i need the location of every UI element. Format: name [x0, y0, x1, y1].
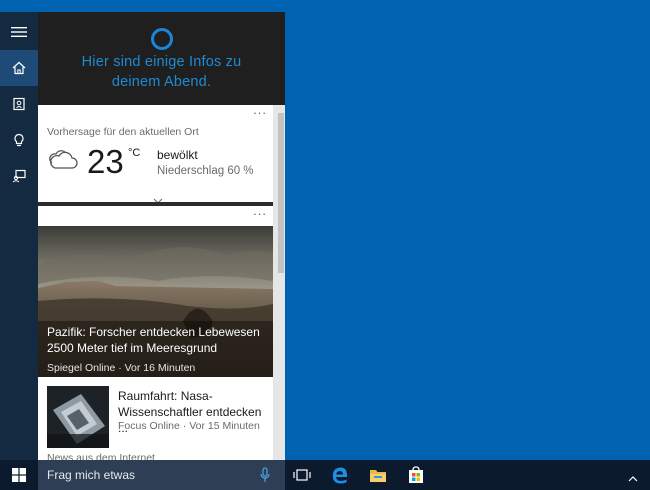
weather-title: Vorhersage für den aktuellen Ort — [47, 126, 199, 138]
home-icon[interactable] — [0, 50, 38, 86]
cortana-header: Hier sind einige Infos zu deinem Abend. — [38, 12, 285, 105]
cortana-search-input[interactable]: Frag mich etwas — [38, 460, 285, 490]
cortana-ring-icon — [151, 28, 173, 50]
news-list-item[interactable]: Raumfahrt: Nasa-Wissenschaftler entdecke… — [38, 377, 273, 448]
store-icon[interactable] — [406, 465, 426, 485]
news-footer-label: News aus dem Internet — [47, 452, 155, 460]
lightbulb-icon[interactable] — [0, 122, 38, 158]
cortana-rail — [0, 12, 38, 460]
microphone-icon[interactable] — [260, 467, 270, 488]
weather-precipitation: Niederschlag 60 % — [157, 165, 254, 177]
news-card: ... Pazifik: Forscher entdecken Lebewese… — [38, 204, 273, 460]
content-scrollbar[interactable] — [276, 105, 285, 460]
hamburger-menu-icon[interactable] — [0, 14, 38, 50]
task-view-icon[interactable] — [292, 465, 312, 485]
temperature-value: 23 — [87, 143, 124, 180]
weather-more-button[interactable]: ... — [253, 105, 267, 116]
search-placeholder[interactable]: Frag mich etwas — [47, 468, 135, 482]
cortana-content: ... Vorhersage für den aktuellen Ort 23 … — [38, 105, 285, 460]
greeting-line-2: deinem Abend. — [111, 74, 212, 90]
scrollbar-thumb[interactable] — [278, 113, 284, 273]
cloudy-icon — [47, 148, 79, 177]
taskbar: Frag mich etwas — [0, 460, 650, 490]
news-item-source: Focus Online · Vor 15 Minuten — [118, 420, 260, 432]
notebook-icon[interactable] — [0, 86, 38, 122]
news-more-button[interactable]: ... — [253, 204, 267, 217]
edge-icon[interactable] — [330, 465, 350, 485]
feedback-icon[interactable] — [0, 158, 38, 194]
news-hero-item[interactable]: Pazifik: Forscher entdecken Lebewesen 25… — [38, 226, 273, 377]
cortana-greeting: Hier sind einige Infos zu deinem Abend. — [38, 52, 285, 92]
news-hero-source: Spiegel Online · Vor 16 Minuten — [47, 362, 196, 374]
tray-chevron-up-icon[interactable] — [628, 469, 638, 487]
news-hero-title[interactable]: Pazifik: Forscher entdecken Lebewesen 25… — [47, 324, 273, 356]
temperature-unit: °C — [128, 147, 141, 159]
windows-start-icon[interactable] — [0, 460, 38, 490]
greeting-line-1: Hier sind einige Infos zu — [81, 54, 242, 70]
weather-condition: bewölkt — [157, 148, 198, 162]
cortana-panel: Hier sind einige Infos zu deinem Abend. … — [0, 12, 285, 460]
news-thumbnail — [47, 386, 109, 448]
file-explorer-icon[interactable] — [368, 465, 388, 485]
weather-card[interactable]: ... Vorhersage für den aktuellen Ort 23 … — [38, 105, 273, 204]
